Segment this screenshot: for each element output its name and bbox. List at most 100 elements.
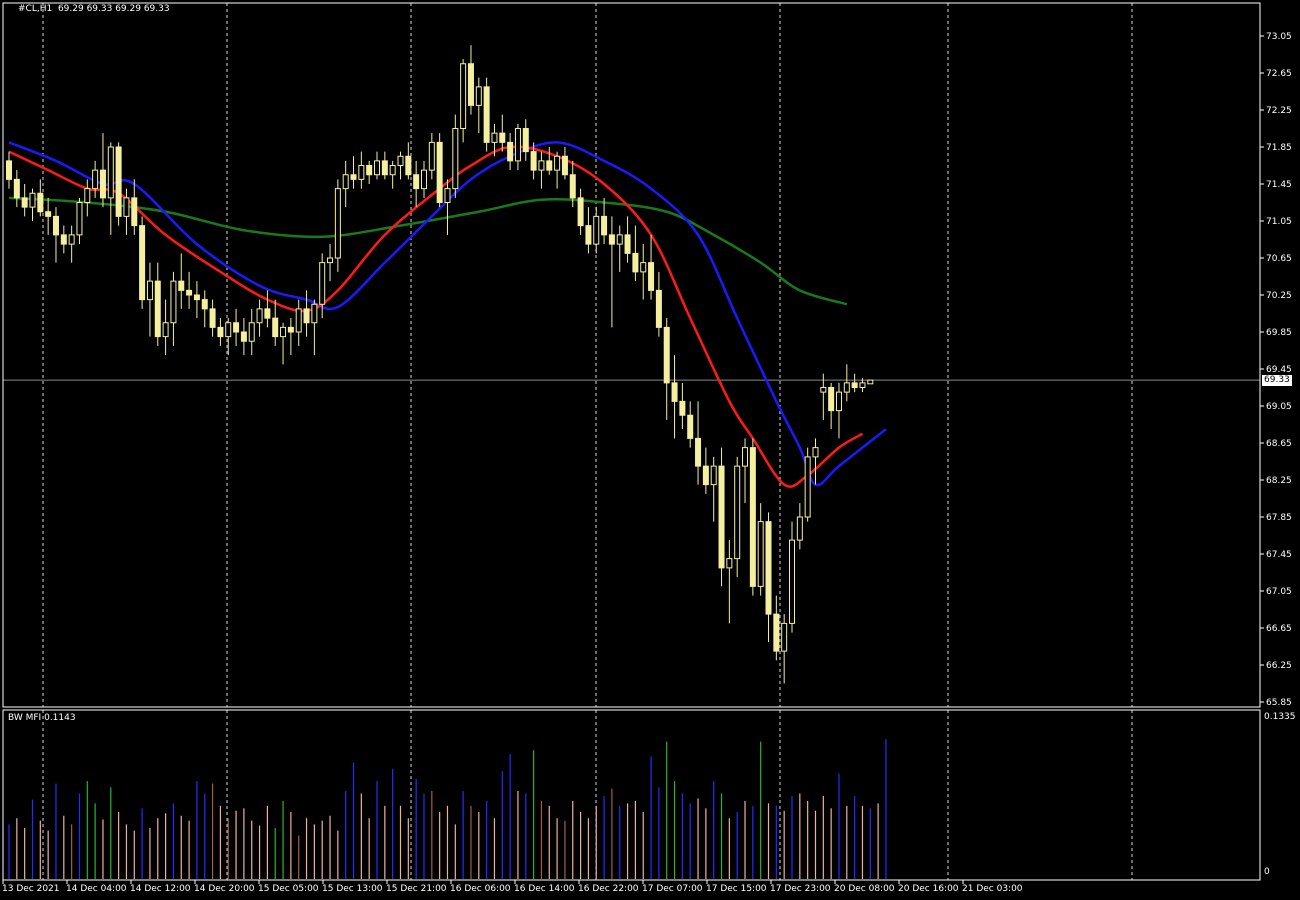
candle <box>867 379 874 385</box>
candle-body <box>444 188 451 203</box>
price-tick-label: 71.45 <box>1266 180 1292 190</box>
candle <box>546 147 553 175</box>
candle <box>679 382 686 430</box>
candle-body <box>107 146 114 199</box>
candle <box>585 207 592 254</box>
candle <box>366 160 373 184</box>
candle-body <box>99 169 106 199</box>
candle <box>632 225 639 282</box>
trading-chart[interactable]: 73.05 72.65 72.25 71.85 71.45 71.05 70.65 70.25… <box>0 0 1300 900</box>
indicator-panel-frame <box>2 709 1261 881</box>
time-tick-label: 17 Dec 23:00 <box>770 884 831 894</box>
candle-body <box>718 465 725 569</box>
candle <box>436 133 443 208</box>
time-tick-label: 14 Dec 20:00 <box>194 884 255 894</box>
axes: 73.05 72.65 72.25 71.85 71.45 71.05 70.65 70.25… <box>2 2 1292 894</box>
candle-body <box>248 322 255 342</box>
candle-body <box>92 169 99 190</box>
candle-body <box>280 326 287 338</box>
candle-body <box>37 192 44 213</box>
candle-body <box>640 262 647 273</box>
price-tick-label: 71.05 <box>1266 217 1292 227</box>
candle-body <box>632 252 639 273</box>
candle-body <box>742 447 749 467</box>
candle <box>710 456 717 522</box>
candle-body <box>491 132 498 143</box>
candle-body <box>295 308 302 333</box>
candle-body <box>381 160 388 176</box>
candle <box>334 179 341 272</box>
grid <box>3 3 1260 880</box>
candle-body <box>146 280 153 301</box>
indicator-label: BW MFI <box>8 713 42 723</box>
candle <box>389 160 396 189</box>
candle-body <box>131 197 138 227</box>
candle-body <box>225 322 232 338</box>
candle <box>749 438 756 596</box>
candle <box>507 133 514 171</box>
candle <box>45 197 52 235</box>
candle <box>648 234 655 300</box>
candle <box>280 322 287 365</box>
candle <box>358 151 365 189</box>
candle-body <box>507 141 514 162</box>
price-tick-label: 69.85 <box>1266 328 1292 338</box>
candle <box>311 299 318 356</box>
candle <box>139 216 146 309</box>
candle-body <box>68 234 75 245</box>
candle <box>13 170 20 208</box>
candle-body <box>84 188 91 203</box>
candle <box>538 151 545 189</box>
candle <box>695 401 702 485</box>
time-tick-label: 15 Dec 13:00 <box>322 884 383 894</box>
candle-body <box>695 437 702 467</box>
symbol-label: #CL,H1 <box>18 4 53 14</box>
candle <box>835 382 842 439</box>
mfi-axis-max: 0.1335 <box>1264 712 1296 722</box>
candle-body <box>217 326 224 338</box>
candle-body <box>624 234 631 254</box>
candle <box>718 447 725 587</box>
candle-body <box>601 215 608 236</box>
candle <box>115 142 122 226</box>
time-tick-label: 15 Dec 05:00 <box>258 884 319 894</box>
candle-body <box>554 155 561 171</box>
candle-body <box>6 160 12 180</box>
candle-body <box>702 465 709 486</box>
candle-body <box>577 197 584 227</box>
candle <box>702 447 709 494</box>
price-tick-label: 66.65 <box>1266 624 1292 634</box>
candle <box>60 225 67 254</box>
candle <box>186 271 193 309</box>
candle-body <box>21 197 28 208</box>
candle-body <box>233 322 240 333</box>
candle-body <box>256 308 263 324</box>
price-tick-label: 68.65 <box>1266 439 1292 449</box>
candle <box>272 299 279 346</box>
candle <box>233 308 240 346</box>
candle-body <box>428 141 435 171</box>
candle-body <box>522 128 529 153</box>
candle <box>413 160 420 208</box>
candle-body <box>546 160 553 171</box>
candle <box>76 197 83 245</box>
candle-body <box>499 132 506 143</box>
price-panel-frame <box>2 2 1261 708</box>
chart-title: #CL,H1 69.29 69.33 69.29 69.33 <box>18 4 170 14</box>
candle <box>781 614 788 684</box>
candle-body <box>209 308 216 328</box>
candle <box>765 512 772 642</box>
price-tick-label: 65.85 <box>1266 698 1292 708</box>
candle <box>420 160 427 198</box>
candle <box>209 299 216 337</box>
candle <box>303 290 310 337</box>
time-tick-label: 16 Dec 14:00 <box>514 884 575 894</box>
time-tick-label: 20 Dec 16:00 <box>898 884 959 894</box>
price-tick-label: 69.45 <box>1266 365 1292 375</box>
candle <box>561 147 568 180</box>
candle-body <box>514 128 521 162</box>
price-tick-label: 72.25 <box>1266 106 1292 116</box>
candle-body <box>374 160 381 176</box>
candle-body <box>867 379 874 385</box>
candle-body <box>45 211 52 217</box>
